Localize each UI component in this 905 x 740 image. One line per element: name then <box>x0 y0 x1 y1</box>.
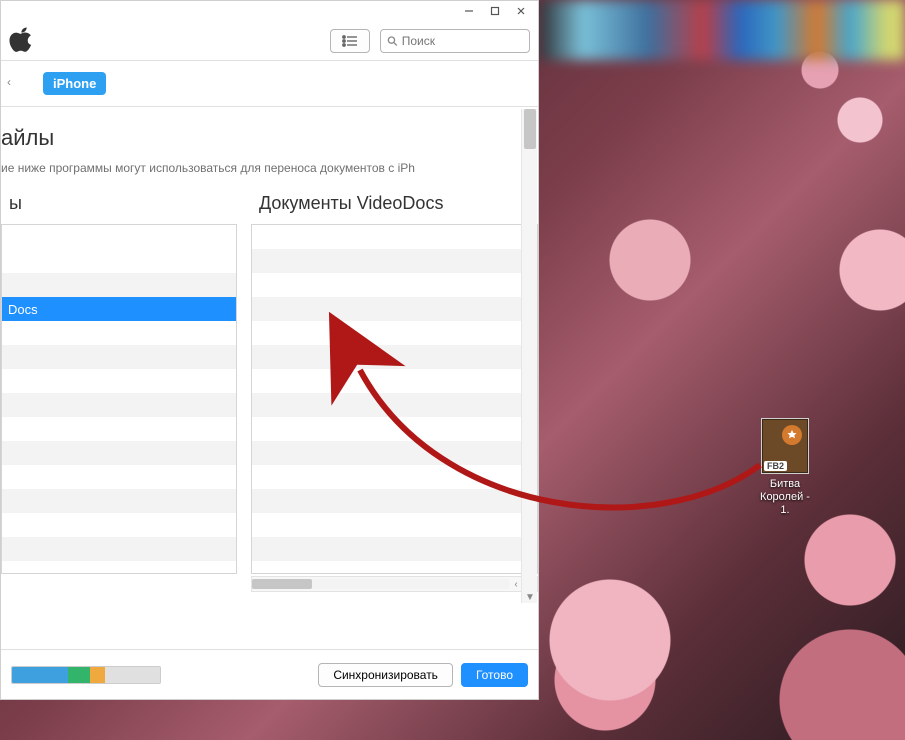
documents-list-row[interactable] <box>252 297 537 321</box>
apps-listbox[interactable]: Docs <box>1 224 237 574</box>
apps-list-row[interactable] <box>2 273 236 297</box>
window-titlebar <box>1 1 538 21</box>
documents-list-row[interactable] <box>252 489 537 513</box>
view-list-toggle[interactable] <box>330 29 370 53</box>
search-icon <box>387 35 398 47</box>
yandex-badge-icon <box>782 425 802 445</box>
sync-button[interactable]: Синхронизировать <box>318 663 453 687</box>
apps-column-header: ы <box>1 189 237 224</box>
device-bar: iPhone <box>1 61 538 107</box>
documents-list-row[interactable] <box>252 513 537 537</box>
apps-list-row-selected[interactable]: Docs <box>2 297 236 321</box>
documents-list-row[interactable] <box>252 249 537 273</box>
documents-column: Документы VideoDocs ‹ › <box>251 189 538 589</box>
documents-list-row[interactable] <box>252 441 537 465</box>
apps-list-row[interactable] <box>2 345 236 369</box>
window-minimize-button[interactable] <box>456 2 482 20</box>
desktop-dock-blur <box>539 0 905 60</box>
desktop-file[interactable]: FB2 Битва Королей - 1. <box>757 418 813 517</box>
capacity-bar <box>11 666 161 684</box>
bottom-bar: Синхронизировать Готово <box>1 649 538 699</box>
apps-list-row <box>2 489 236 513</box>
documents-list-row[interactable] <box>252 369 537 393</box>
apps-list-row <box>2 465 236 489</box>
window-maximize-button[interactable] <box>482 2 508 20</box>
apple-logo-icon <box>9 26 39 56</box>
documents-list-row[interactable] <box>252 393 537 417</box>
toolbar <box>1 21 538 61</box>
documents-list-row[interactable] <box>252 345 537 369</box>
device-pill[interactable]: iPhone <box>43 72 106 95</box>
documents-list-row[interactable] <box>252 417 537 441</box>
done-button[interactable]: Готово <box>461 663 528 687</box>
fb2-file-icon: FB2 <box>761 418 809 474</box>
content-vertical-scrollbar[interactable]: ▲ ▼ <box>521 109 537 603</box>
apps-list-row <box>2 441 236 465</box>
documents-list-row[interactable] <box>252 537 537 561</box>
apps-list-row <box>2 513 236 537</box>
window-close-button[interactable] <box>508 2 534 20</box>
documents-list-row[interactable] <box>252 225 537 249</box>
back-chevron-icon[interactable]: ‹ <box>7 75 11 89</box>
documents-listbox[interactable] <box>251 224 538 574</box>
apps-column: ы Docs <box>1 189 237 589</box>
file-ext-badge: FB2 <box>764 461 787 471</box>
apps-list-row[interactable] <box>2 249 236 273</box>
documents-column-header: Документы VideoDocs <box>251 189 538 224</box>
scroll-down-arrow-icon[interactable]: ▼ <box>522 592 538 603</box>
search-input[interactable] <box>402 34 523 48</box>
apps-list-row <box>2 537 236 561</box>
section-header: айлы ие ниже программы могут использоват… <box>1 107 538 189</box>
file-sharing-title: айлы <box>1 125 538 151</box>
search-field-wrapper[interactable] <box>380 29 530 53</box>
documents-list-row[interactable] <box>252 321 537 345</box>
apps-list-row <box>2 393 236 417</box>
apps-list-row <box>2 369 236 393</box>
file-sharing-subtitle: ие ниже программы могут использоваться д… <box>1 151 538 179</box>
documents-list-row[interactable] <box>252 273 537 297</box>
desktop-file-label: Битва Королей - 1. <box>757 478 813 517</box>
itunes-window: ‹ iPhone айлы ие ниже программы могут ис… <box>0 0 539 700</box>
columns-area: ы Docs Документы VideoDocs ‹ › <box>1 189 538 589</box>
apps-list-row[interactable] <box>2 321 236 345</box>
documents-horizontal-scrollbar[interactable]: ‹ › <box>251 576 538 592</box>
apps-list-row[interactable] <box>2 225 236 249</box>
apps-list-row <box>2 417 236 441</box>
documents-list-row[interactable] <box>252 465 537 489</box>
